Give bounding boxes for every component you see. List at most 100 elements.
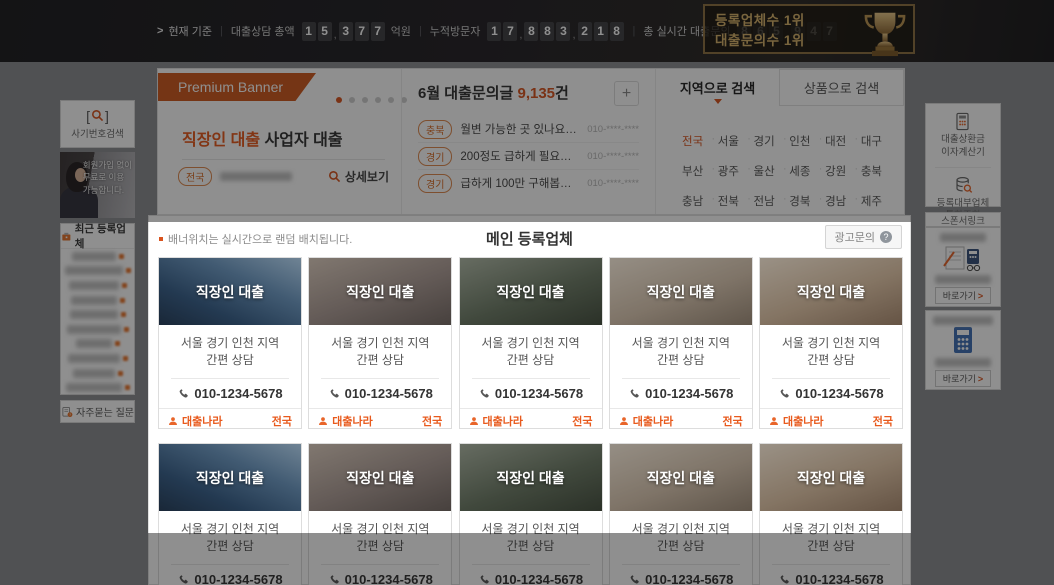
card-phone[interactable]: 010-1234-5678 (760, 565, 902, 585)
company-card[interactable]: 직장인 대출 서울 경기 인천 지역 간편 상담 010-1234-5678 대… (158, 443, 302, 585)
region-link[interactable]: 전국 (682, 133, 703, 149)
promo-photo[interactable]: 회원가입 없이 무료로 이용 가능합니다. (60, 152, 135, 218)
inquiry-item[interactable]: 충북 월변 가능한 곳 있나요? 소... 010-****-**** (418, 116, 639, 142)
region-link[interactable]: 울산 (754, 163, 775, 179)
card-company[interactable]: 대출나라 (469, 413, 523, 429)
inquiry-phone: 010-****-**** (587, 124, 639, 135)
card-company[interactable]: 대출나라 (769, 413, 823, 429)
card-region-line: 서울 경기 인천 지역 (460, 521, 602, 538)
card-phone[interactable]: 010-1234-5678 (309, 565, 451, 585)
calculator-illustration (950, 325, 976, 355)
region-link[interactable]: 경북 (789, 193, 810, 209)
region-link[interactable]: 제주 (861, 193, 882, 209)
recent-company-item[interactable] (61, 278, 134, 293)
premium-title: 직장인 대출 사업자 대출 (182, 126, 343, 150)
chevron-right-icon (157, 25, 168, 37)
card-phone[interactable]: 010-1234-5678 (760, 379, 902, 408)
card-consult-line: 간편 상담 (610, 352, 752, 369)
detail-link[interactable]: 상세보기 (328, 168, 389, 185)
card-phone[interactable]: 010-1234-5678 (309, 379, 451, 408)
stat-unit: 억원 (391, 23, 411, 39)
carousel-dots[interactable] (336, 97, 407, 103)
company-card[interactable]: 직장인 대출 서울 경기 인천 지역 간편 상담 010-1234-5678 대… (459, 257, 603, 429)
carousel-dot[interactable] (362, 97, 368, 103)
recent-company-item[interactable] (61, 307, 134, 322)
region-link[interactable]: 충북 (861, 163, 882, 179)
recent-company-item[interactable] (61, 249, 134, 264)
company-card[interactable]: 직장인 대출 서울 경기 인천 지역 간편 상담 010-1234-5678 대… (158, 257, 302, 429)
sponsor-link-header: 스폰서링크 (925, 212, 1001, 227)
card-phone[interactable]: 010-1234-5678 (159, 379, 301, 408)
card-consult-line: 간편 상담 (760, 352, 902, 369)
region-link[interactable]: 서울 (718, 133, 739, 149)
recent-company-item[interactable] (61, 351, 134, 366)
loan-calculator-link[interactable]: 대출상환금 이자계산기 (941, 104, 985, 160)
card-phone[interactable]: 010-1234-5678 (460, 565, 602, 585)
region-link[interactable]: 대전 (825, 133, 846, 149)
card-region-badge: 전국 (422, 413, 442, 429)
carousel-dot[interactable] (349, 97, 355, 103)
company-card[interactable]: 직장인 대출 서울 경기 인천 지역 간편 상담 010-1234-5678 대… (609, 257, 753, 429)
counter-digit: 7 (355, 22, 369, 41)
region-link[interactable]: 광주 (718, 163, 739, 179)
recent-company-item[interactable] (61, 322, 134, 337)
region-link[interactable]: 경기 (754, 133, 775, 149)
go-button[interactable]: 바로가기> (935, 287, 991, 304)
calculator-label: 대출상환금 이자계산기 (941, 134, 985, 160)
company-card[interactable]: 직장인 대출 서울 경기 인천 지역 간편 상담 010-1234-5678 대… (759, 257, 903, 429)
tab-product-search[interactable]: 상품으로 검색 (779, 69, 904, 106)
tab-region-search[interactable]: 지역으로 검색 (656, 69, 779, 106)
card-banner-image: 직장인 대출 (159, 444, 301, 511)
recent-company-item[interactable] (61, 264, 134, 279)
company-card[interactable]: 직장인 대출 서울 경기 인천 지역 간편 상담 010-1234-5678 대… (308, 257, 452, 429)
region-link[interactable]: 전북 (718, 193, 739, 209)
sponsor-banner[interactable]: 바로가기> (925, 310, 1001, 390)
recent-company-item[interactable] (61, 366, 134, 381)
sponsor-banner[interactable]: 바로가기> (925, 227, 1001, 307)
ad-inquiry-button[interactable]: 광고문의 ? (825, 225, 902, 249)
inquiry-item[interactable]: 경기 200정도 급하게 필요합니... 010-****-**** (418, 142, 639, 169)
region-link[interactable]: 세종 (789, 163, 810, 179)
recent-company-item[interactable] (61, 337, 134, 352)
premium-company-row[interactable]: 전국 상세보기 (178, 167, 389, 186)
carousel-dot[interactable] (388, 97, 394, 103)
stat-counter: 15,377 (301, 22, 386, 41)
card-phone[interactable]: 010-1234-5678 (159, 565, 301, 585)
go-button[interactable]: 바로가기> (935, 370, 991, 387)
counter-digit: 1 (487, 22, 501, 41)
inquiry-text: 월변 가능한 곳 있나요? 소... (460, 121, 579, 137)
stats-current-label: 현재 기준 (168, 23, 212, 39)
region-link[interactable]: 인천 (789, 133, 810, 149)
card-phone[interactable]: 010-1234-5678 (610, 565, 752, 585)
inquiry-more-button[interactable]: + (614, 81, 639, 106)
card-company[interactable]: 대출나라 (318, 413, 372, 429)
region-link[interactable]: 대구 (861, 133, 882, 149)
blurred-banner-text (935, 275, 991, 284)
card-phone[interactable]: 010-1234-5678 (610, 379, 752, 408)
inquiry-item[interactable]: 경기 급하게 100만 구해봅니다 010-****-**** (418, 169, 639, 196)
company-card[interactable]: 직장인 대출 서울 경기 인천 지역 간편 상담 010-1234-5678 대… (609, 443, 753, 585)
recent-company-item[interactable] (61, 380, 134, 395)
card-region-line: 서울 경기 인천 지역 (610, 521, 752, 538)
recent-company-item[interactable] (61, 293, 134, 308)
card-company[interactable]: 대출나라 (168, 413, 222, 429)
company-card[interactable]: 직장인 대출 서울 경기 인천 지역 간편 상담 010-1234-5678 대… (459, 443, 603, 585)
region-link[interactable]: 부산 (682, 163, 703, 179)
region-link[interactable]: 경남 (825, 193, 846, 209)
faq-button[interactable]: ? 자주묻는 질문 (60, 400, 135, 423)
company-card[interactable]: 직장인 대출 서울 경기 인천 지역 간편 상담 010-1234-5678 대… (308, 443, 452, 585)
region-link[interactable]: 충남 (682, 193, 703, 209)
region-link[interactable]: 전남 (754, 193, 775, 209)
inquiry-count: 9,135 (517, 85, 555, 102)
carousel-dot[interactable] (336, 97, 342, 103)
premium-banner-section: Premium Banner 직장인 대출 사업자 대출 전국 상세보기 (158, 69, 401, 214)
company-card[interactable]: 직장인 대출 서울 경기 인천 지역 간편 상담 010-1234-5678 대… (759, 443, 903, 585)
counter-comma: , (572, 30, 575, 41)
fraud-number-search[interactable]: [] 사기번호검색 (60, 100, 135, 148)
card-phone[interactable]: 010-1234-5678 (460, 379, 602, 408)
card-banner-image: 직장인 대출 (309, 258, 451, 325)
card-company[interactable]: 대출나라 (619, 413, 673, 429)
region-link[interactable]: 강원 (825, 163, 846, 179)
carousel-dot[interactable] (375, 97, 381, 103)
trophy-icon (859, 9, 911, 65)
